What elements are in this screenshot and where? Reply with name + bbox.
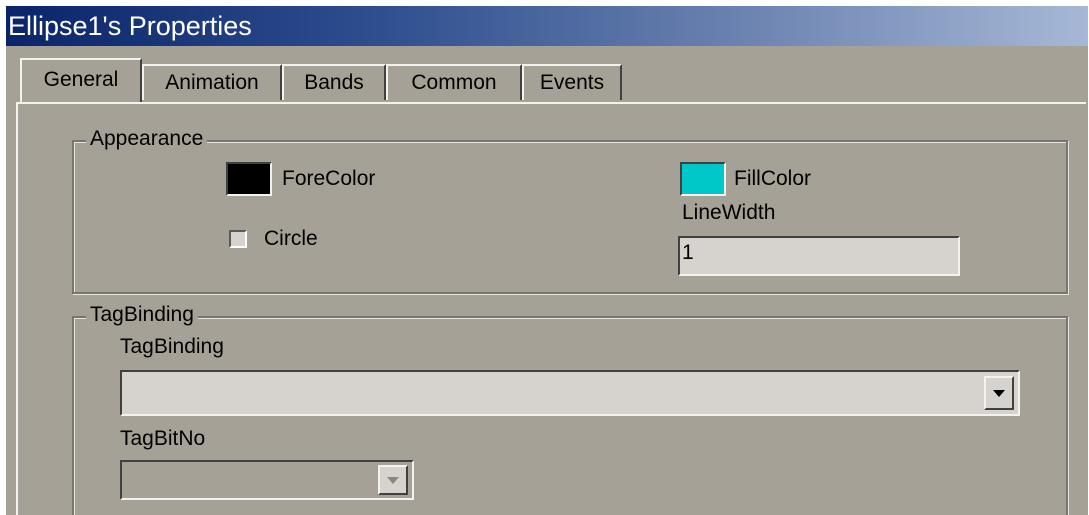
tagbinding-dropdown-button[interactable]: [984, 376, 1014, 410]
fillcolor-label: FillColor: [734, 167, 812, 190]
tab-general[interactable]: General: [20, 58, 142, 102]
tab-bands[interactable]: Bands: [282, 64, 386, 100]
appearance-groupbox: Appearance ForeColor Circle FillColor Li…: [72, 126, 1068, 294]
properties-window: Ellipse1's Properties General Animation …: [6, 6, 1088, 515]
fillcolor-swatch[interactable]: [680, 162, 726, 196]
linewidth-input[interactable]: 1: [678, 236, 960, 276]
tagbinding-field-label: TagBinding: [120, 335, 224, 358]
linewidth-label: LineWidth: [682, 201, 776, 224]
window-title: Ellipse1's Properties: [6, 6, 1088, 46]
tagbitno-dropdown-button[interactable]: [378, 465, 408, 495]
general-tab-panel: Appearance ForeColor Circle FillColor Li…: [16, 102, 1086, 515]
circle-checkbox[interactable]: [229, 230, 247, 248]
tagbitno-label: TagBitNo: [120, 427, 206, 450]
tagbinding-legend: TagBinding: [86, 302, 198, 328]
appearance-legend: Appearance: [86, 126, 208, 152]
tagbinding-select[interactable]: [120, 370, 1020, 416]
tagbitno-select[interactable]: [120, 460, 414, 500]
tab-common[interactable]: Common: [386, 64, 522, 100]
chevron-down-icon: [993, 389, 1005, 397]
circle-label: Circle: [264, 227, 318, 250]
chevron-down-icon: [387, 476, 399, 484]
tagbinding-groupbox: TagBinding TagBinding TagBitNo: [72, 302, 1068, 515]
forecolor-swatch[interactable]: [226, 162, 272, 196]
tab-animation[interactable]: Animation: [142, 64, 282, 100]
forecolor-label: ForeColor: [282, 167, 376, 190]
tab-events[interactable]: Events: [522, 64, 622, 100]
